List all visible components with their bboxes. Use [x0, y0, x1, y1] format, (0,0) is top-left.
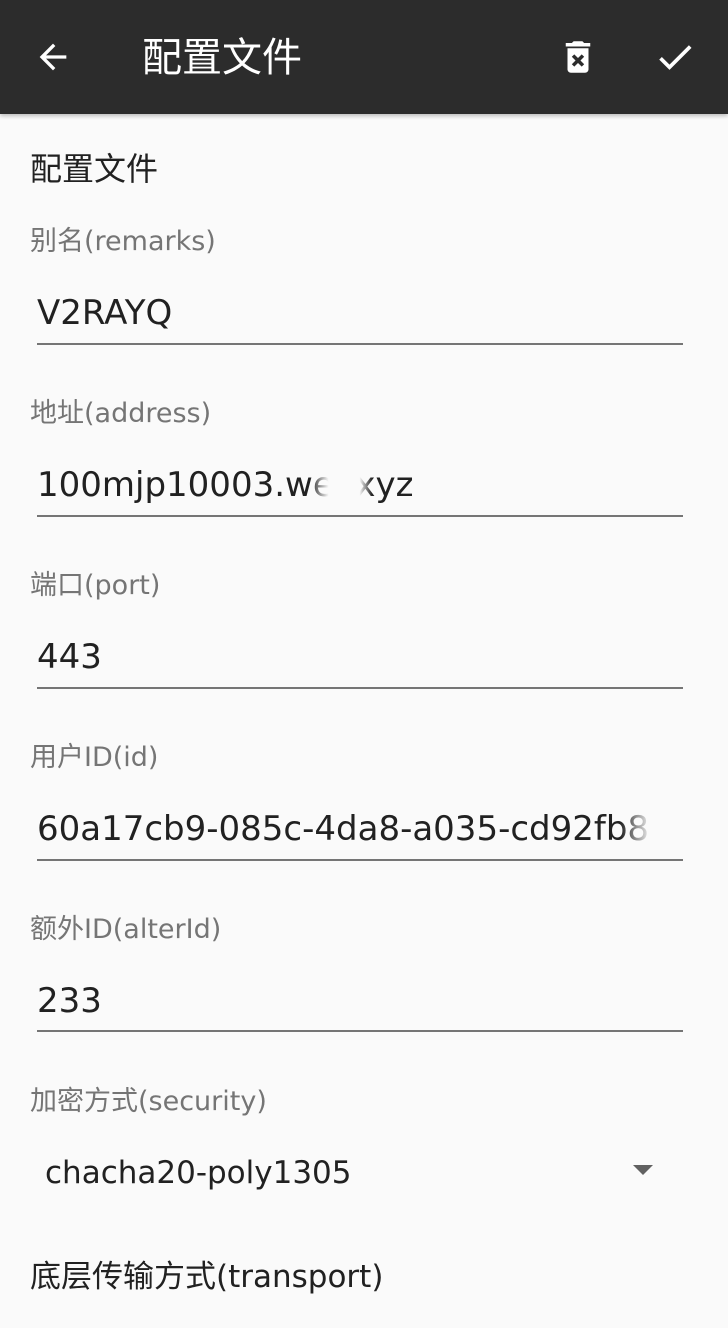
port-underline	[37, 687, 683, 689]
remarks-field[interactable]: V2RAYQ	[37, 290, 683, 336]
id-field[interactable]: 60a17cb9-085c-4da8-a035-cd92fb83	[37, 806, 683, 852]
profile-section-title: 配置文件	[30, 150, 159, 188]
save-button[interactable]	[643, 25, 707, 89]
screen: 配置文件 配置文件 别名(remarks) V2RAYQ 地址(address)…	[0, 0, 728, 1328]
remarks-underline	[37, 343, 683, 345]
delete-forever-icon	[565, 41, 591, 73]
port-field[interactable]: 443	[37, 634, 683, 680]
port-label: 端口(port)	[30, 570, 161, 601]
security-selected-value: chacha20-poly1305	[45, 1155, 352, 1191]
id-underline	[37, 859, 683, 861]
address-label: 地址(address)	[30, 398, 212, 429]
alterid-field[interactable]: 233	[37, 978, 683, 1024]
arrow-left-icon	[39, 43, 67, 71]
transport-section-title: 底层传输方式(transport)	[30, 1259, 384, 1295]
security-dropdown[interactable]: chacha20-poly1305	[30, 1144, 683, 1204]
id-label: 用户ID(id)	[30, 742, 159, 773]
remarks-label: 别名(remarks)	[30, 226, 216, 257]
alterid-label: 额外ID(alterId)	[30, 914, 222, 945]
address-redaction	[310, 458, 372, 514]
delete-button[interactable]	[546, 25, 610, 89]
check-icon	[659, 45, 692, 70]
back-button[interactable]	[21, 25, 85, 89]
address-underline	[37, 515, 683, 517]
alterid-underline	[37, 1030, 683, 1032]
security-label: 加密方式(security)	[30, 1086, 267, 1117]
toolbar-title: 配置文件	[142, 35, 302, 81]
dropdown-caret-icon	[633, 1165, 653, 1175]
app-toolbar: 配置文件	[0, 0, 728, 114]
id-redaction	[620, 802, 690, 858]
